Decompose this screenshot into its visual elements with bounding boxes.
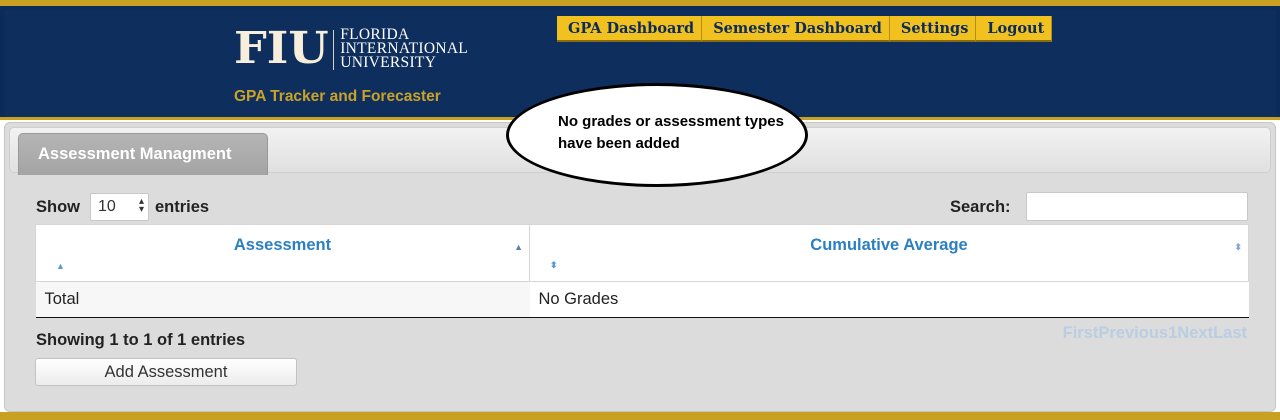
assessment-table: Assessment ▲ ▲ Cumulative Average ⬍ ⬍ To…	[35, 224, 1249, 318]
logo-mark: FIU	[234, 23, 329, 74]
nav-semester-dashboard[interactable]: Semester Dashboard	[702, 16, 890, 42]
nav-gpa-dashboard[interactable]: GPA Dashboard	[557, 16, 703, 42]
select-arrows-icon: ▴ ▾	[138, 196, 144, 215]
nav-logout[interactable]: Logout	[976, 16, 1053, 42]
datatable-wrapper: Show 10 ▴ ▾ entries Search: Assessment ▲ …	[35, 192, 1249, 353]
column-header-label: Cumulative Average	[810, 236, 968, 254]
column-header-label: Assessment	[233, 236, 332, 254]
callout-text: No grades or assessment types have been …	[558, 113, 784, 152]
table-row: Total No Grades	[35, 281, 1249, 318]
entries-label: entries	[155, 198, 210, 216]
logo-text: FLORIDA INTERNATIONAL UNIVERSITY	[340, 27, 468, 71]
annotation-callout: No grades or assessment types have been …	[506, 83, 808, 187]
cell-cumulative-average: No Grades	[529, 281, 1249, 318]
show-label: Show	[36, 198, 80, 216]
table-info: Showing 1 to 1 of 1 entries	[36, 331, 246, 349]
page-length-value: 10	[98, 198, 116, 215]
tab-assessment-management[interactable]: Assessment Managment	[18, 133, 268, 175]
pager-next[interactable]: Next	[1177, 324, 1213, 343]
pager-page-1[interactable]: 1	[1168, 324, 1177, 343]
nav-settings[interactable]: Settings	[889, 16, 977, 42]
sort-asc-icon: ▲	[56, 261, 65, 271]
app-tagline: GPA Tracker and Forecaster	[234, 88, 441, 105]
pagination: First Previous 1 Next Last	[1063, 324, 1247, 343]
table-controls: Show 10 ▴ ▾ entries Search:	[35, 192, 1249, 225]
sort-both-right-icon: ⬍	[1234, 242, 1242, 252]
page-length-select[interactable]: 10 ▴ ▾	[90, 193, 149, 221]
column-header-assessment[interactable]: Assessment ▲ ▲	[35, 224, 530, 282]
add-assessment-button[interactable]: Add Assessment	[35, 358, 297, 386]
column-header-cumulative-average[interactable]: Cumulative Average ⬍ ⬍	[529, 224, 1249, 282]
search-input[interactable]	[1026, 192, 1248, 221]
sort-active-icon: ▲	[514, 242, 523, 252]
pager-first[interactable]: First	[1063, 324, 1099, 343]
logo-line-3: UNIVERSITY	[340, 54, 437, 71]
sort-both-icon: ⬍	[550, 260, 558, 270]
cell-assessment: Total	[35, 281, 530, 318]
footer-bar	[0, 412, 1280, 420]
pager-previous[interactable]: Previous	[1098, 324, 1168, 343]
top-nav: GPA Dashboard Semester Dashboard Setting…	[557, 16, 1053, 42]
search-label: Search:	[950, 198, 1011, 216]
fiu-logo[interactable]: FIU FLORIDA INTERNATIONAL UNIVERSITY	[234, 27, 468, 71]
pager-last[interactable]: Last	[1213, 324, 1247, 343]
logo-divider	[333, 30, 335, 70]
